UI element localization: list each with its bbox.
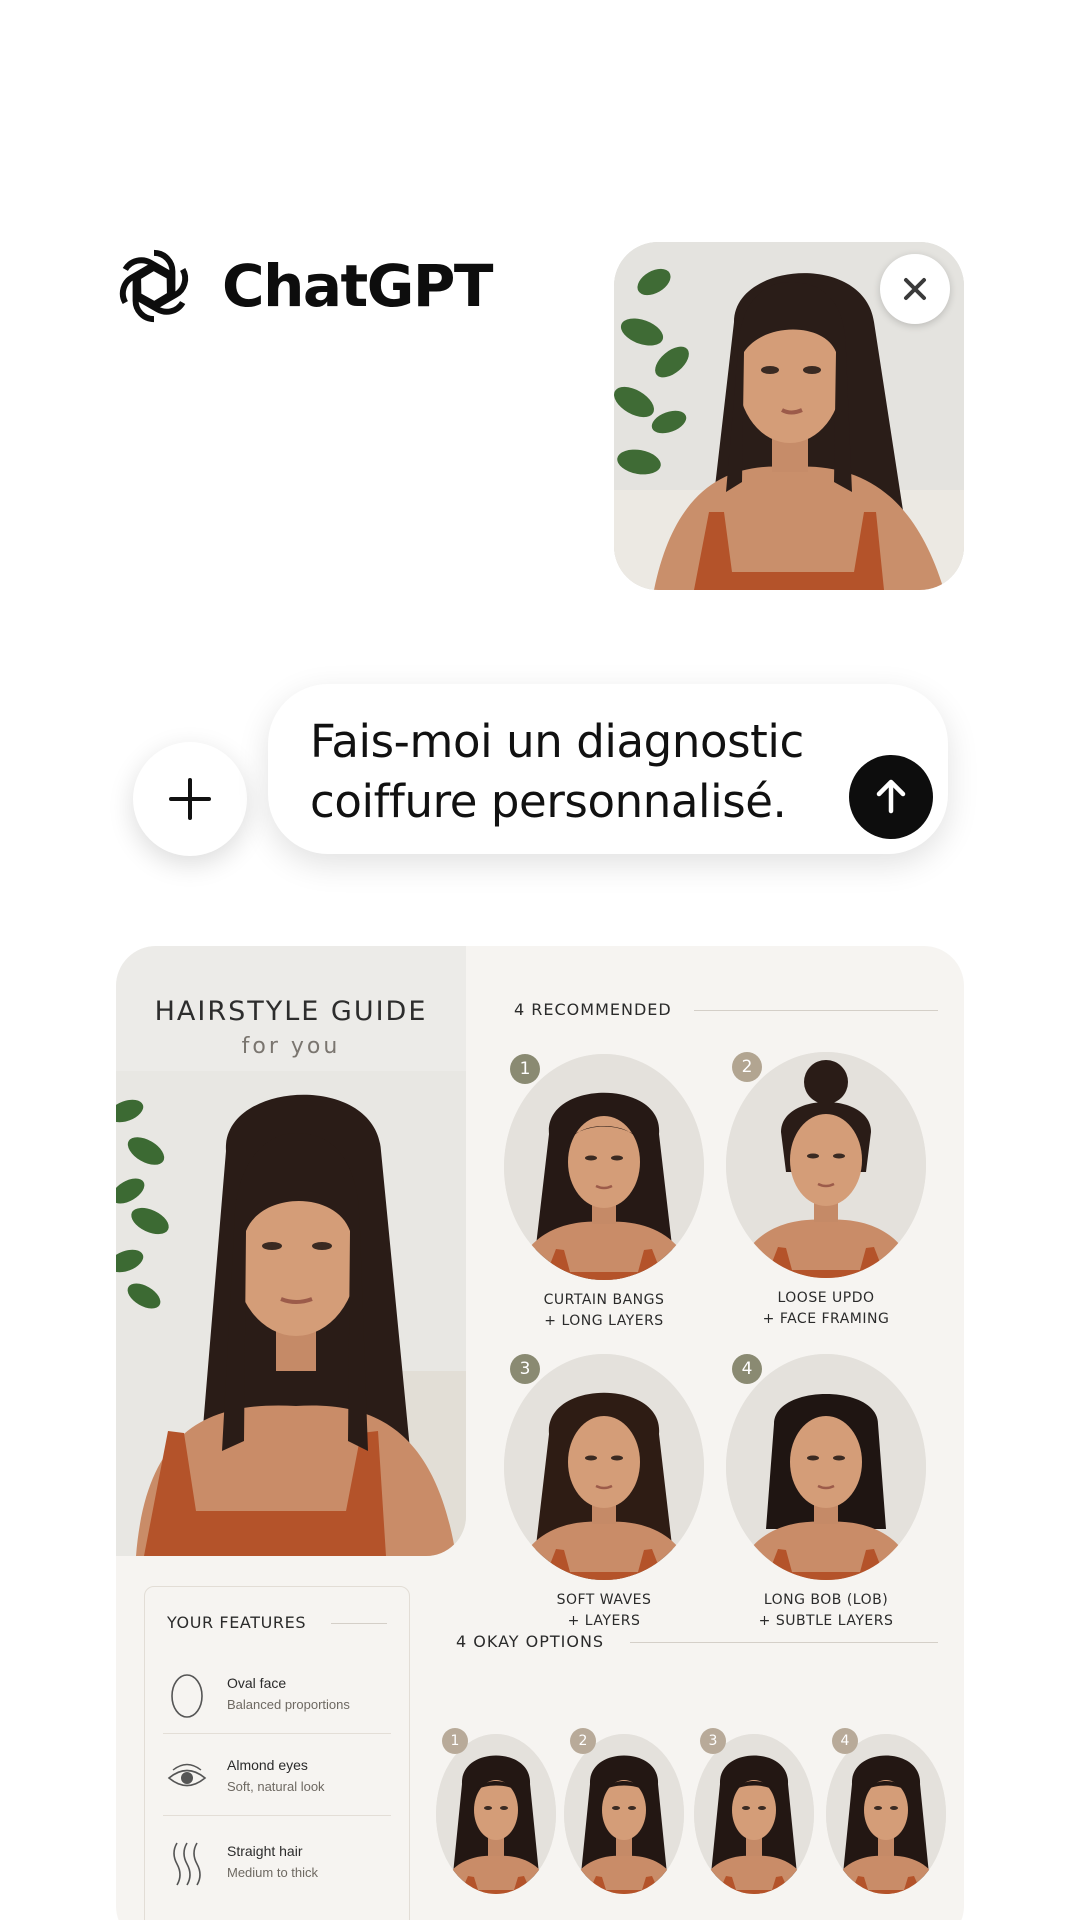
style-caption-line1: SOFT WAVES	[556, 1592, 652, 1608]
okay-option-1[interactable]: 1	[436, 1728, 556, 1894]
plus-icon	[169, 778, 211, 820]
attached-photo[interactable]	[614, 242, 964, 590]
option-number-badge: 4	[832, 1728, 858, 1754]
app-header: ChatGPT	[108, 240, 493, 332]
option-portrait	[436, 1734, 556, 1894]
option-portrait	[694, 1734, 814, 1894]
your-features-panel: YOUR FEATURES Oval face Balanced proport…	[144, 1586, 410, 1920]
style-portrait	[726, 1354, 926, 1580]
style-caption-line2: + LAYERS	[567, 1613, 641, 1629]
feature-separator	[163, 1733, 391, 1734]
okay-option-2[interactable]: 2	[564, 1728, 684, 1894]
style-caption: SOFT WAVES + LAYERS	[494, 1590, 714, 1632]
okay-option-3[interactable]: 3	[694, 1728, 814, 1894]
remove-attachment-button[interactable]	[880, 254, 950, 324]
style-caption-line2: + LONG LAYERS	[544, 1313, 664, 1329]
option-portrait	[826, 1734, 946, 1894]
arrow-up-icon	[876, 779, 906, 814]
style-caption-line1: CURTAIN BANGS	[543, 1292, 665, 1308]
option-portrait	[564, 1734, 684, 1894]
features-divider	[331, 1623, 387, 1624]
style-caption-line1: LONG BOB (LOB)	[763, 1592, 889, 1608]
option-number-badge: 1	[442, 1728, 468, 1754]
style-caption-line1: LOOSE UPDO	[777, 1290, 875, 1306]
hair-strands-icon	[173, 1842, 201, 1886]
recommended-label: 4 RECOMMENDED	[514, 1000, 672, 1019]
feature-detail: Balanced proportions	[227, 1697, 350, 1712]
close-icon	[904, 278, 926, 300]
message-composer[interactable]: Fais-moi un diagnostic coiffure personna…	[268, 684, 948, 854]
option-number-badge: 3	[700, 1728, 726, 1754]
feature-separator	[163, 1815, 391, 1816]
style-caption-line2: + SUBTLE LAYERS	[758, 1613, 894, 1629]
message-input[interactable]: Fais-moi un diagnostic coiffure personna…	[310, 712, 850, 832]
app-title: ChatGPT	[222, 252, 493, 320]
feature-detail: Soft, natural look	[227, 1779, 325, 1794]
style-number-badge: 3	[510, 1354, 540, 1384]
okay-option-4[interactable]: 4	[826, 1728, 946, 1894]
feature-name: Oval face	[227, 1675, 287, 1691]
add-attachment-button[interactable]	[133, 742, 247, 856]
style-caption: LOOSE UPDO + FACE FRAMING	[716, 1288, 936, 1330]
style-caption-line2: + FACE FRAMING	[762, 1311, 890, 1327]
feature-item: Oval face Balanced proportions	[163, 1663, 393, 1743]
guide-title: HAIRSTYLE GUIDE	[154, 996, 428, 1027]
hero-portrait-image	[116, 1071, 466, 1556]
guide-hero: HAIRSTYLE GUIDE for you	[116, 946, 466, 1556]
feature-name: Straight hair	[227, 1843, 303, 1859]
openai-logo-icon	[119, 249, 189, 323]
feature-item: Straight hair Medium to thick	[163, 1831, 393, 1911]
style-portrait	[726, 1052, 926, 1278]
send-button[interactable]	[849, 755, 933, 839]
feature-detail: Medium to thick	[227, 1865, 319, 1880]
recommended-divider	[694, 1010, 938, 1011]
style-number-badge: 2	[732, 1052, 762, 1082]
style-number-badge: 1	[510, 1054, 540, 1084]
style-caption: LONG BOB (LOB) + SUBTLE LAYERS	[716, 1590, 936, 1632]
feature-name: Almond eyes	[227, 1757, 308, 1773]
style-caption: CURTAIN BANGS + LONG LAYERS	[494, 1290, 714, 1332]
okay-options-label: 4 OKAY OPTIONS	[456, 1632, 605, 1651]
style-number-badge: 4	[732, 1354, 762, 1384]
oval-face-icon	[171, 1674, 203, 1718]
features-label: YOUR FEATURES	[167, 1613, 307, 1632]
okay-options-divider	[630, 1642, 938, 1643]
guide-subtitle: for you	[241, 1034, 341, 1059]
feature-item: Almond eyes Soft, natural look	[163, 1745, 393, 1825]
style-portrait	[504, 1054, 704, 1280]
option-number-badge: 2	[570, 1728, 596, 1754]
eye-icon	[167, 1763, 207, 1787]
style-portrait	[504, 1354, 704, 1580]
hairstyle-guide-card: HAIRSTYLE GUIDE for you 4 RECOMMENDED 1 …	[116, 946, 964, 1920]
